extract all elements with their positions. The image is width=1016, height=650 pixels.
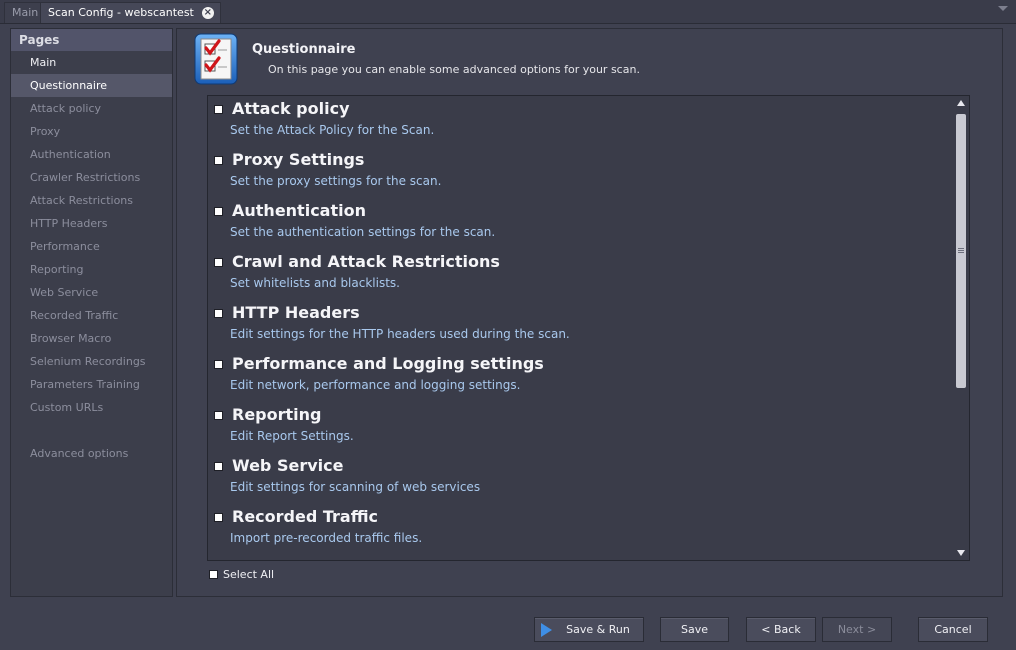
option-title[interactable]: Reporting [232, 405, 321, 424]
option-description: Set the Attack Policy for the Scan. [230, 123, 435, 137]
back-button[interactable]: < Back [746, 617, 816, 642]
select-all-checkbox[interactable] [209, 570, 218, 579]
sidebar-item-recorded-traffic[interactable]: Recorded Traffic [11, 304, 172, 327]
option-row: Proxy Settings Set the proxy settings for… [208, 149, 948, 200]
option-title[interactable]: Proxy Settings [232, 150, 364, 169]
option-checkbox[interactable] [214, 105, 223, 114]
option-row: Performance and Logging settings Edit net… [208, 353, 948, 404]
option-checkbox[interactable] [214, 309, 223, 318]
cancel-button[interactable]: Cancel [918, 617, 988, 642]
option-title[interactable]: Web Service [232, 456, 343, 475]
save-button[interactable]: Save [660, 617, 729, 642]
page-description: On this page you can enable some advance… [268, 63, 640, 76]
option-title[interactable]: Authentication [232, 201, 366, 220]
sidebar-item-parameters-training[interactable]: Parameters Training [11, 373, 172, 396]
option-checkbox[interactable] [214, 156, 223, 165]
option-row: Crawl and Attack Restrictions Set whiteli… [208, 251, 948, 302]
option-title[interactable]: Crawl and Attack Restrictions [232, 252, 500, 271]
option-description: Set the proxy settings for the scan. [230, 174, 442, 188]
next-button[interactable]: Next > [822, 617, 892, 642]
sidebar-header: Pages [11, 29, 172, 51]
option-row: Attack policy Set the Attack Policy for t… [208, 98, 948, 149]
option-row: Recorded Traffic Import pre-recorded traf… [208, 506, 948, 557]
scroll-down-icon[interactable] [957, 550, 965, 556]
sidebar-item-crawler-restrictions[interactable]: Crawler Restrictions [11, 166, 172, 189]
sidebar-item-http-headers[interactable]: HTTP Headers [11, 212, 172, 235]
options-list: Attack policy Set the Attack Policy for t… [207, 95, 970, 561]
tab-bar: Main Scan Config - webscantest × [0, 0, 1016, 24]
option-checkbox[interactable] [214, 360, 223, 369]
pages-sidebar: Pages Main Questionnaire Attack policy Prox… [10, 28, 173, 597]
option-description: Set whitelists and blacklists. [230, 276, 400, 290]
sidebar-item-attack-restrictions[interactable]: Attack Restrictions [11, 189, 172, 212]
option-checkbox[interactable] [214, 411, 223, 420]
sidebar-items: Main Questionnaire Attack policy Proxy Authe… [11, 51, 172, 419]
save-run-label: Save & Run [566, 623, 630, 636]
play-icon [541, 623, 552, 637]
sidebar-item-authentication[interactable]: Authentication [11, 143, 172, 166]
option-description: Import pre-recorded traffic files. [230, 531, 423, 545]
sidebar-item-selenium-recordings[interactable]: Selenium Recordings [11, 350, 172, 373]
save-run-button[interactable]: Save & Run [534, 617, 644, 642]
option-row: HTTP Headers Edit settings for the HTTP h… [208, 302, 948, 353]
main-panel: Questionnaire On this page you can enabl… [176, 28, 1003, 597]
option-description: Edit settings for the HTTP headers used … [230, 327, 570, 341]
option-description: Edit Report Settings. [230, 429, 354, 443]
option-description: Set the authentication settings for the … [230, 225, 496, 239]
close-icon[interactable]: × [201, 7, 214, 19]
option-checkbox[interactable] [214, 513, 223, 522]
tab-scan-config[interactable]: Scan Config - webscantest × [40, 2, 221, 23]
sidebar-item-custom-urls[interactable]: Custom URLs [11, 396, 172, 419]
page-title: Questionnaire [252, 42, 356, 57]
option-title[interactable]: Performance and Logging settings [232, 354, 544, 373]
sidebar-item-proxy[interactable]: Proxy [11, 120, 172, 143]
option-checkbox[interactable] [214, 462, 223, 471]
option-checkbox[interactable] [214, 258, 223, 267]
option-title[interactable]: Attack policy [232, 99, 350, 118]
vertical-scrollbar[interactable] [953, 96, 969, 560]
tab-menu-chevron-icon[interactable] [998, 6, 1008, 11]
sidebar-item-main[interactable]: Main [11, 51, 172, 74]
scrollbar-thumb[interactable] [956, 114, 966, 388]
option-row: Reporting Edit Report Settings. [208, 404, 948, 455]
sidebar-item-advanced-options[interactable]: Advanced options [11, 442, 172, 465]
option-checkbox[interactable] [214, 207, 223, 216]
sidebar-item-attack-policy[interactable]: Attack policy [11, 97, 172, 120]
option-description: Edit network, performance and logging se… [230, 378, 521, 392]
option-title[interactable]: HTTP Headers [232, 303, 360, 322]
sidebar-item-reporting[interactable]: Reporting [11, 258, 172, 281]
scroll-up-icon[interactable] [957, 100, 965, 106]
option-description: Edit settings for scanning of web servic… [230, 480, 481, 494]
sidebar-item-performance[interactable]: Performance [11, 235, 172, 258]
select-all-label: Select All [223, 568, 275, 581]
option-row: Web Service Edit settings for scanning of… [208, 455, 948, 506]
sidebar-item-questionnaire[interactable]: Questionnaire [11, 74, 172, 97]
sidebar-item-browser-macro[interactable]: Browser Macro [11, 327, 172, 350]
option-row: Authentication Set the authentication set… [208, 200, 948, 251]
tab-scan-config-label: Scan Config - webscantest [48, 6, 194, 19]
sidebar-item-web-service[interactable]: Web Service [11, 281, 172, 304]
option-title[interactable]: Recorded Traffic [232, 507, 378, 526]
grip-icon [958, 248, 964, 253]
checklist-icon [194, 33, 238, 85]
